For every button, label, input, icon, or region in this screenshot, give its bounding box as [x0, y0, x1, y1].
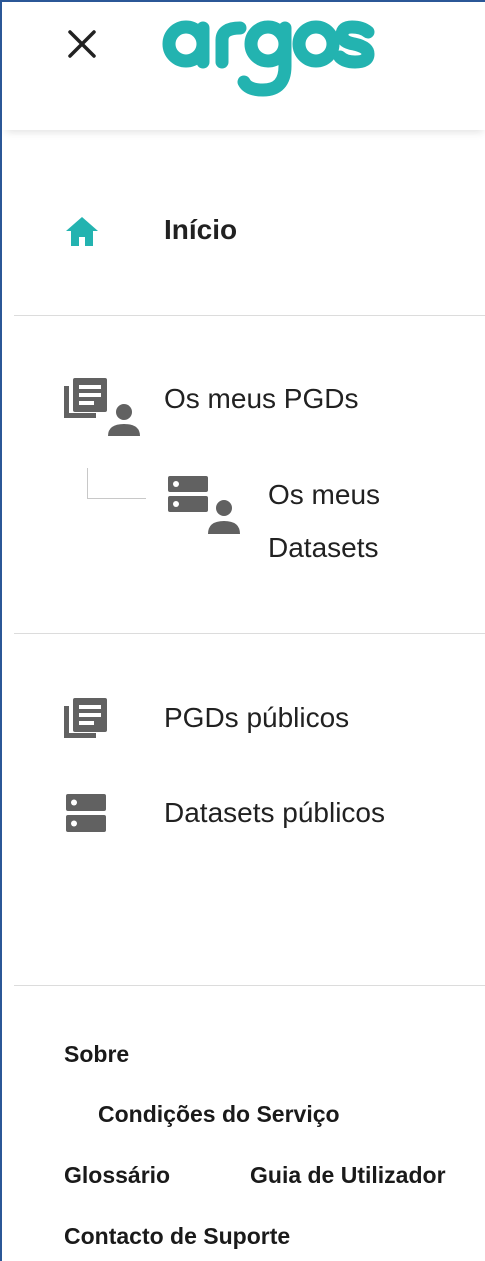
divider: [14, 633, 485, 634]
footer-link-about[interactable]: Sobre: [64, 1040, 129, 1068]
footer-link-terms[interactable]: Condições do Serviço: [98, 1100, 340, 1128]
footer-link-user-guide[interactable]: Guia de Utilizador: [250, 1161, 446, 1189]
public-pgds-icon: [62, 698, 110, 747]
footer-link-glossary[interactable]: Glossário: [64, 1161, 170, 1189]
nav-label-my-datasets-line1: Os meus: [268, 479, 381, 510]
nav-item-public-pgds[interactable]: PGDs públicos: [14, 694, 474, 746]
drawer-header: argos: [2, 2, 485, 130]
nav-label-my-datasets-line2: Datasets: [268, 532, 379, 563]
footer-link-support[interactable]: Contacto de Suporte: [64, 1222, 290, 1250]
nav-item-home[interactable]: Início: [14, 202, 474, 258]
nav-label-public-datasets: Datasets públicos: [164, 797, 386, 828]
nav-item-public-datasets[interactable]: Datasets públicos: [14, 788, 474, 840]
sidebar-drawer: argos Início Os: [0, 0, 485, 1261]
divider: [14, 315, 485, 316]
nav-item-my-pgds[interactable]: Os meus PGDs: [14, 372, 474, 438]
divider: [14, 985, 485, 986]
nav-item-my-datasets[interactable]: Os meus Datasets: [152, 472, 485, 572]
nav-label-home: Início: [164, 214, 238, 245]
nav-label-my-pgds: Os meus PGDs: [164, 383, 359, 414]
argos-logo[interactable]: argos: [158, 10, 378, 102]
public-datasets-icon: [64, 794, 108, 839]
my-datasets-icon: [166, 476, 246, 541]
my-pgds-icon: [62, 378, 142, 443]
close-icon[interactable]: [62, 24, 102, 64]
home-icon: [64, 214, 100, 253]
nav-label-public-pgds: PGDs públicos: [164, 702, 350, 733]
tree-connector: [87, 468, 146, 499]
